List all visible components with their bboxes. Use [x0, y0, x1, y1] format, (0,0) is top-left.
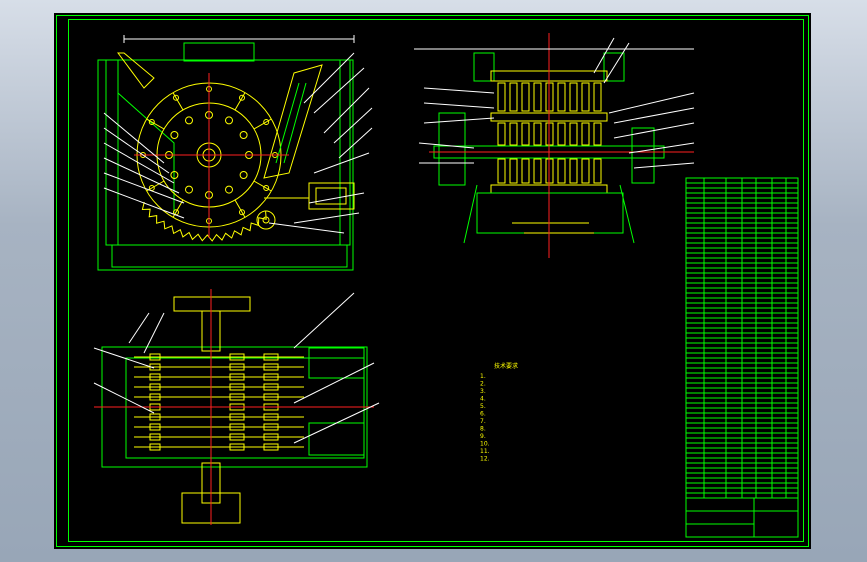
- note-line: 1.: [480, 373, 486, 380]
- parts-list-table: [685, 177, 799, 538]
- note-line: 9.: [480, 433, 486, 440]
- note-line: 12.: [480, 456, 490, 463]
- application-window: 技术要求 1. 2. 3. 4. 5. 6. 7. 8. 9. 10. 11. …: [0, 0, 867, 562]
- note-line: 11.: [480, 448, 490, 455]
- note-line: 7.: [480, 418, 486, 425]
- drawing-sheet: 技术要求 1. 2. 3. 4. 5. 6. 7. 8. 9. 10. 11. …: [56, 15, 809, 547]
- technical-notes: 技术要求 1. 2. 3. 4. 5. 6. 7. 8. 9. 10. 11. …: [480, 362, 518, 463]
- cad-drawing-canvas[interactable]: 技术要求 1. 2. 3. 4. 5. 6. 7. 8. 9. 10. 11. …: [54, 13, 811, 549]
- note-line: 10.: [480, 441, 490, 448]
- plan-view: [93, 289, 380, 525]
- note-line: 8.: [480, 426, 486, 433]
- side-view: [414, 33, 694, 258]
- note-line: 6.: [480, 411, 486, 418]
- front-section-view: [97, 35, 355, 271]
- note-line: 4.: [480, 396, 486, 403]
- notes-title: 技术要求: [494, 362, 518, 370]
- note-line: 3.: [480, 388, 486, 395]
- note-line: 5.: [480, 403, 486, 410]
- leader-lines: [103, 37, 695, 234]
- note-line: 2.: [480, 381, 486, 388]
- title-block: [685, 497, 799, 538]
